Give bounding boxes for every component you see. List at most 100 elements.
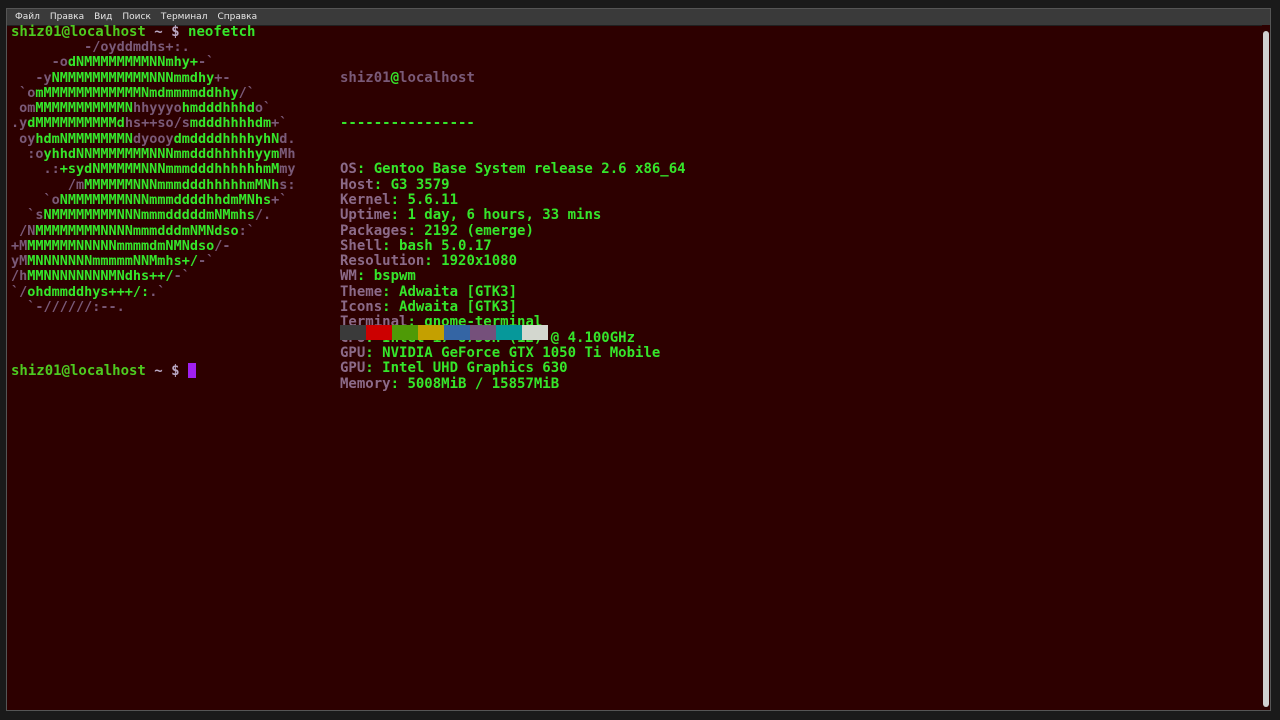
ascii-segment: dyooy xyxy=(132,130,174,147)
info-key: Host xyxy=(340,176,374,193)
info-value: G3 3579 xyxy=(390,176,450,193)
color-swatch xyxy=(444,325,470,340)
prompt-path: ~ xyxy=(154,363,163,379)
info-value: 2192 (emerge) xyxy=(424,222,534,239)
ascii-line: oyhdmNMMMMMMMNdyooydmddddhhhhyhNd. xyxy=(11,130,295,147)
system-info: shiz01@localhost ---------------- OS: Ge… xyxy=(340,40,686,422)
info-value: 1 day, 6 hours, 33 mins xyxy=(407,207,602,224)
ascii-segment: +M xyxy=(11,237,28,254)
menu-view[interactable]: Вид xyxy=(89,12,117,22)
ascii-segment: MMMMMMNNNmmmdddhhhhhmMNh xyxy=(84,176,280,193)
info-value: 5008MiB / 15857MiB xyxy=(407,375,560,392)
prompt-symbol: $ xyxy=(171,363,180,379)
info-colon: : xyxy=(390,191,408,208)
command-text: neofetch xyxy=(188,24,256,40)
info-colon: : xyxy=(356,268,374,285)
info-key: GPU xyxy=(340,344,366,361)
ascii-segment: `-//////:--. xyxy=(11,299,125,316)
info-title-host: localhost xyxy=(399,69,475,86)
ascii-segment: -` xyxy=(197,54,215,71)
ascii-segment: dMMMMMMMMMMd xyxy=(27,115,125,132)
color-swatch xyxy=(392,325,418,340)
info-colon: : xyxy=(424,253,442,270)
info-key: WM xyxy=(340,268,357,285)
menu-file[interactable]: Файл xyxy=(10,12,45,22)
ascii-line: /mMMMMMMNNNmmmdddhhhhhmMNhs: xyxy=(11,176,296,193)
info-colon: : xyxy=(407,222,425,239)
scrollbar[interactable] xyxy=(1262,25,1270,710)
info-colon: : xyxy=(365,344,383,361)
ascii-segment: /` xyxy=(238,84,255,101)
prompt-user: shiz01@localhost xyxy=(11,24,146,40)
ascii-segment: MNNNNNNNmmmmmNNMmhs+/ xyxy=(27,253,198,270)
info-row: Memory: 5008MiB / 15857MiB xyxy=(340,375,686,392)
info-row: Kernel: 5.6.11 xyxy=(340,191,686,208)
ascii-segment: hdmNMMMMMMMN xyxy=(35,130,133,147)
ascii-segment: yM xyxy=(11,253,28,270)
info-value: bspwm xyxy=(373,268,416,285)
menu-search[interactable]: Поиск xyxy=(117,12,156,22)
ascii-line: -odNMMMMMMMMNNmhy+-` xyxy=(11,55,296,70)
color-swatch xyxy=(522,325,548,340)
info-key: Icons xyxy=(340,299,383,316)
ascii-line: `-//////:--. xyxy=(11,299,296,316)
ascii-segment: /m xyxy=(11,176,85,193)
ascii-segment: -o xyxy=(11,54,68,71)
info-row: Uptime: 1 day, 6 hours, 33 mins xyxy=(340,208,686,223)
info-colon: : xyxy=(382,237,400,254)
text-cursor xyxy=(188,363,197,378)
info-key: OS xyxy=(340,161,357,178)
ascii-segment: om xyxy=(11,100,36,117)
ascii-segment: o` xyxy=(254,100,272,117)
ascii-segment: -` xyxy=(173,268,190,285)
ascii-segment: mMMMMMMMMMMMMNmdmmmmddhhy xyxy=(35,84,239,101)
ascii-segment: mdddhhhhdm xyxy=(189,115,272,132)
ascii-segment: :` xyxy=(238,222,255,239)
ascii-line: `/ohdmmddhys+++/:.` xyxy=(11,283,296,300)
info-value: Gentoo Base System release 2.6 x86_64 xyxy=(373,161,686,178)
ascii-line: /NMMMMMMMMNNNNmmmdddmNMNdso:` xyxy=(11,222,296,239)
info-value: Intel UHD Graphics 630 xyxy=(382,360,568,377)
info-colon: : xyxy=(365,360,383,377)
ascii-line: omMMMMMMMMMMMNhhyyyohmdddhhhdo` xyxy=(11,101,296,116)
ascii-segment: `o xyxy=(11,84,36,101)
info-row: Host: G3 3579 xyxy=(340,176,686,193)
ascii-segment: dmddddhhhhyhN xyxy=(173,130,280,147)
info-row: Shell: bash 5.0.17 xyxy=(340,237,686,254)
info-key: Theme xyxy=(340,283,383,300)
menu-help[interactable]: Справка xyxy=(212,12,262,22)
ascii-segment: /N xyxy=(11,222,36,239)
scrollbar-thumb[interactable] xyxy=(1263,31,1269,707)
color-swatch xyxy=(496,325,522,340)
info-key: Uptime xyxy=(340,207,391,224)
prompt-symbol: $ xyxy=(171,24,180,40)
info-value: 5.6.11 xyxy=(407,191,459,208)
ascii-segment: +- xyxy=(214,69,231,86)
terminal-window[interactable]: Файл Правка Вид Поиск Терминал Справка s… xyxy=(6,8,1271,711)
ascii-segment: `o xyxy=(11,191,60,208)
ascii-segment: MMMMMMMMNNNNmmmdddmNMNdso xyxy=(35,222,239,239)
info-value: 1920x1080 xyxy=(441,253,518,270)
color-swatch xyxy=(340,325,366,340)
info-colon: : xyxy=(356,161,374,178)
menu-edit[interactable]: Правка xyxy=(45,12,89,22)
info-value: bash 5.0.17 xyxy=(399,237,492,254)
prompt-user: shiz01@localhost xyxy=(11,363,146,379)
ascii-segment: `s xyxy=(11,207,44,224)
ascii-line: /hMMNNNNNNNNMNdhs++/-` xyxy=(11,269,296,284)
menu-terminal[interactable]: Терминал xyxy=(156,12,213,22)
gentoo-ascii-logo: -/oyddmdhs+:. -odNMMMMMMMMNNmhy+-` -yNMM… xyxy=(11,39,296,316)
ascii-segment: `/ xyxy=(11,283,28,300)
ascii-segment: /- xyxy=(214,237,231,254)
ascii-line: :oyhhdNNMMMMMMMNNNmmdddhhhhhyymMh xyxy=(11,146,296,162)
info-title: shiz01@localhost xyxy=(340,69,686,86)
ascii-line: .ydMMMMMMMMMMdhs++so/smdddhhhhdm+` xyxy=(11,116,296,131)
info-key: Packages xyxy=(340,222,408,239)
ascii-line: `omMMMMMMMMMMMMNmdmmmmddhhy/` xyxy=(11,84,296,101)
ascii-segment: -y xyxy=(11,69,52,86)
info-key: Memory xyxy=(340,375,391,392)
info-key: Resolution xyxy=(340,253,425,270)
ascii-segment: s: xyxy=(279,176,296,193)
prompt-line[interactable]: shiz01@localhost ~ $ xyxy=(11,363,197,379)
ascii-segment: -` xyxy=(197,253,215,270)
